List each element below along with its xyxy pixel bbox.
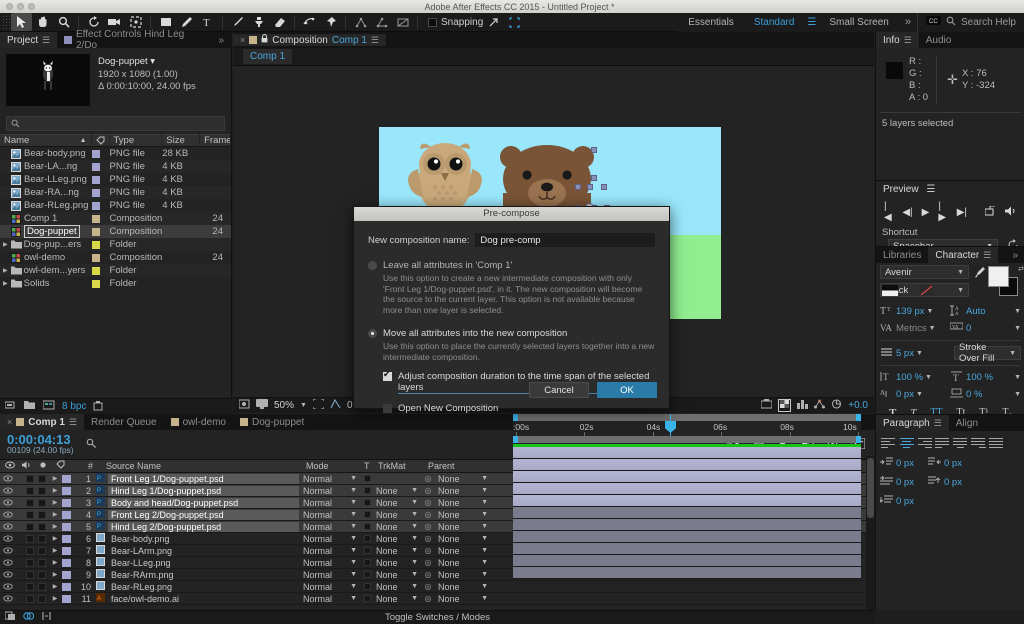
adjust-duration-checkbox[interactable] — [383, 369, 392, 381]
open-new-composition-checkbox[interactable] — [383, 404, 392, 413]
ok-button[interactable]: OK — [597, 382, 657, 398]
radio-leave-attributes[interactable] — [368, 261, 377, 270]
option-leave-description: Use this option to create a new intermed… — [383, 273, 643, 315]
composition-name-input[interactable]: Dog pre-comp — [475, 233, 655, 247]
radio-move-attributes[interactable] — [368, 329, 377, 338]
option-leave-attributes[interactable]: Leave all attributes in 'Comp 1' Use thi… — [368, 260, 655, 315]
open-new-composition-label: Open New Composition — [398, 403, 499, 414]
option-move-description: Use this option to place the currently s… — [383, 341, 655, 362]
current-time-indicator[interactable] — [665, 414, 676, 436]
option-move-attributes[interactable]: Move all attributes into the new composi… — [368, 328, 655, 362]
dialog-title: Pre-compose — [354, 207, 669, 221]
composition-name-label: New composition name: — [368, 234, 470, 246]
modal-overlay: Pre-compose New composition name: Dog pr… — [0, 0, 1024, 624]
cancel-button[interactable]: Cancel — [529, 382, 589, 398]
dialog-buttons: Cancel OK — [529, 382, 657, 398]
pre-compose-dialog: Pre-compose New composition name: Dog pr… — [353, 206, 670, 414]
option-move-title: Move all attributes into the new composi… — [383, 328, 568, 339]
option-leave-title: Leave all attributes in 'Comp 1' — [383, 260, 513, 271]
composition-name-row: New composition name: Dog pre-comp — [368, 233, 655, 247]
after-effects-window: Adobe After Effects CC 2015 - Untitled P… — [0, 0, 1024, 624]
open-new-composition-row[interactable]: Open New Composition — [383, 403, 655, 414]
